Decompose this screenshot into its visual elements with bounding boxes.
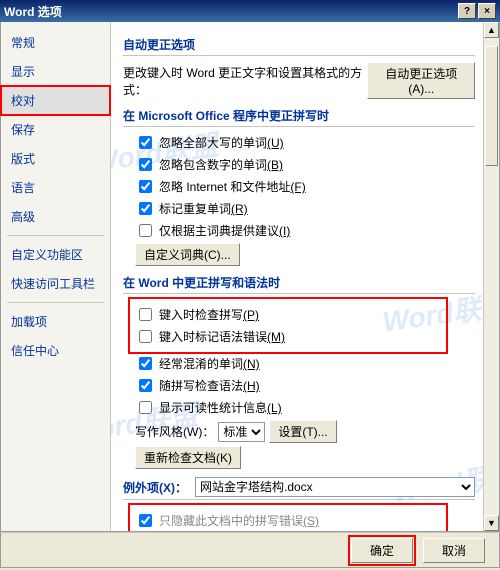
window-title: Word 选项: [4, 3, 62, 20]
custom-dict-button[interactable]: 自定义词典(C)...: [135, 243, 240, 266]
recheck-doc-button[interactable]: 重新检查文档(K): [135, 446, 241, 469]
autocorrect-options-button[interactable]: 自动更正选项(A)...: [367, 62, 475, 99]
ignore-numbers-checkbox[interactable]: [139, 158, 152, 171]
check-spelling-checkbox[interactable]: [139, 308, 152, 321]
vertical-scrollbar[interactable]: ▲ ▼: [483, 22, 499, 531]
cancel-button[interactable]: 取消: [423, 538, 485, 563]
highlighted-exceptions-group: 只隐藏此文档中的拼写错误(S) 只隐藏此文档中的语法错误(D): [131, 506, 445, 531]
checkbox-row: 仅根据主词典提供建议(I): [135, 221, 475, 240]
settings-button[interactable]: 设置(T)...: [269, 420, 336, 443]
checkbox-label: 键入时检查拼写(P): [159, 306, 259, 323]
button-row: 自定义词典(C)...: [135, 243, 475, 266]
ignore-uppercase-checkbox[interactable]: [139, 136, 152, 149]
flag-repeated-checkbox[interactable]: [139, 202, 152, 215]
scroll-thumb[interactable]: [485, 46, 498, 166]
checkbox-label: 仅根据主词典提供建议(I): [159, 222, 290, 239]
checkbox-row: 忽略包含数字的单词(B): [135, 155, 475, 174]
ok-button[interactable]: 确定: [351, 538, 413, 563]
titlebar: Word 选项 ? ×: [0, 0, 500, 22]
sidebar-item-addins[interactable]: 加载项: [1, 307, 110, 336]
checkbox-row: 显示可读性统计信息(L): [135, 398, 475, 417]
section-office-title: 在 Microsoft Office 程序中更正拼写时: [123, 107, 475, 127]
checkbox-row: 键入时检查拼写(P): [135, 305, 445, 324]
checkbox-label: 只隐藏此文档中的拼写错误(S): [159, 512, 319, 529]
checkbox-label: 标记重复单词(R): [159, 200, 248, 217]
sidebar-item-layout[interactable]: 版式: [1, 144, 110, 173]
writing-style-row: 写作风格(W)： 标准 设置(T)...: [135, 420, 475, 443]
content-area: Word联盟 Word联盟 Word联盟 Word联盟 自动更正选项 更改键入时…: [111, 22, 499, 531]
checkbox-label: 键入时标记语法错误(M): [159, 328, 285, 345]
main-dict-only-checkbox[interactable]: [139, 224, 152, 237]
checkbox-row: 经常混淆的单词(N): [135, 354, 475, 373]
autocorrect-desc: 更改键入时 Word 更正文字和设置其格式的方式：: [123, 64, 363, 98]
checkbox-label: 忽略包含数字的单词(B): [159, 156, 283, 173]
checkbox-label: 忽略 Internet 和文件地址(F): [159, 178, 306, 195]
sidebar: 常规 显示 校对 保存 版式 语言 高级 自定义功能区 快速访问工具栏 加载项 …: [1, 22, 111, 531]
section-autocorrect-title: 自动更正选项: [123, 36, 475, 56]
ignore-internet-checkbox[interactable]: [139, 180, 152, 193]
scroll-area: 自动更正选项 更改键入时 Word 更正文字和设置其格式的方式： 自动更正选项(…: [111, 22, 483, 531]
help-button[interactable]: ?: [458, 3, 476, 19]
writing-style-label: 写作风格(W)：: [135, 423, 214, 440]
sidebar-item-qat[interactable]: 快速访问工具栏: [1, 269, 110, 298]
sidebar-item-general[interactable]: 常规: [1, 28, 110, 57]
sidebar-item-advanced[interactable]: 高级: [1, 202, 110, 231]
autocorrect-row: 更改键入时 Word 更正文字和设置其格式的方式： 自动更正选项(A)...: [123, 62, 475, 99]
highlighted-group: 键入时检查拼写(P) 键入时标记语法错误(M): [131, 300, 445, 351]
exceptions-doc-select[interactable]: 网站金字塔结构.docx: [195, 477, 475, 497]
checkbox-label: 随拼写检查语法(H): [159, 377, 260, 394]
sidebar-item-display[interactable]: 显示: [1, 57, 110, 86]
close-button[interactable]: ×: [478, 3, 496, 19]
sidebar-item-save[interactable]: 保存: [1, 115, 110, 144]
scroll-up-button[interactable]: ▲: [484, 22, 499, 38]
checkbox-row: 忽略 Internet 和文件地址(F): [135, 177, 475, 196]
sidebar-item-trust[interactable]: 信任中心: [1, 336, 110, 365]
sidebar-item-language[interactable]: 语言: [1, 173, 110, 202]
checkbox-row: 只隐藏此文档中的拼写错误(S): [135, 511, 445, 530]
checkbox-label: 显示可读性统计信息(L): [159, 399, 282, 416]
confused-words-checkbox[interactable]: [139, 357, 152, 370]
readability-stats-checkbox[interactable]: [139, 401, 152, 414]
checkbox-label: 忽略全部大写的单词(U): [159, 134, 284, 151]
section-word-title: 在 Word 中更正拼写和语法时: [123, 274, 475, 294]
checkbox-label: 经常混淆的单词(N): [159, 355, 260, 372]
sidebar-item-proofing[interactable]: 校对: [1, 86, 110, 115]
main-panel: 常规 显示 校对 保存 版式 语言 高级 自定义功能区 快速访问工具栏 加载项 …: [0, 22, 500, 532]
checkbox-row: 忽略全部大写的单词(U): [135, 133, 475, 152]
grammar-with-spelling-checkbox[interactable]: [139, 379, 152, 392]
sidebar-divider: [7, 302, 104, 303]
sidebar-divider: [7, 235, 104, 236]
scroll-track[interactable]: [484, 38, 499, 515]
scroll-down-button[interactable]: ▼: [484, 515, 499, 531]
exceptions-label: 例外项(X)：: [123, 479, 187, 496]
dialog-footer: 确定 取消: [0, 532, 500, 568]
writing-style-select[interactable]: 标准: [218, 422, 265, 442]
checkbox-row: 随拼写检查语法(H): [135, 376, 475, 395]
checkbox-row: 键入时标记语法错误(M): [135, 327, 445, 346]
hide-spelling-errors-checkbox[interactable]: [139, 514, 152, 527]
button-row: 重新检查文档(K): [135, 446, 475, 469]
section-exceptions: 例外项(X)： 网站金字塔结构.docx: [123, 477, 475, 500]
mark-grammar-checkbox[interactable]: [139, 330, 152, 343]
sidebar-item-customize-ribbon[interactable]: 自定义功能区: [1, 240, 110, 269]
checkbox-row: 标记重复单词(R): [135, 199, 475, 218]
